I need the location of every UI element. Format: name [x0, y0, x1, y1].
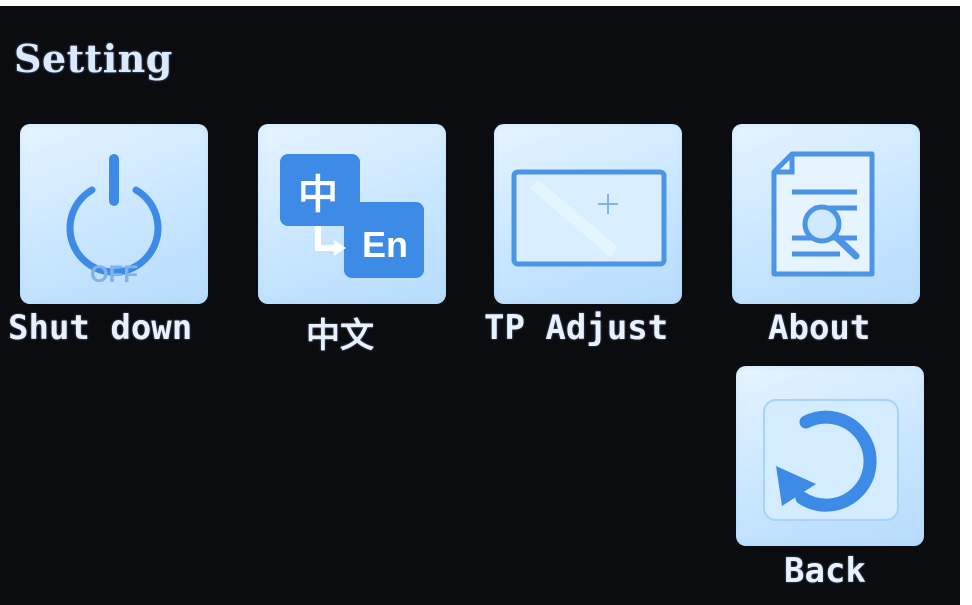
back-button[interactable] [736, 366, 924, 546]
shut-down-button[interactable]: OFF [20, 124, 208, 304]
back-arrow-icon [763, 399, 899, 521]
svg-text:En: En [362, 224, 408, 265]
language-label: 中文 [306, 316, 374, 356]
bezel-edge [960, 0, 972, 605]
tp-adjust-label: TP Adjust [484, 308, 669, 348]
touch-calibration-icon [511, 169, 667, 267]
language-button[interactable]: 中 En [258, 124, 446, 304]
device-screen: Setting OFF Shut down 中 En 中文 TP Adjust [0, 6, 960, 605]
power-off-icon: OFF [66, 154, 162, 288]
document-search-icon [771, 151, 875, 277]
language-switch-icon: 中 En [280, 154, 424, 278]
tp-adjust-button[interactable] [494, 124, 682, 304]
shut-down-label: Shut down [8, 308, 193, 348]
about-button[interactable] [732, 124, 920, 304]
about-label: About [768, 308, 871, 348]
off-text: OFF [90, 261, 138, 288]
back-label: Back [784, 551, 866, 591]
page-title: Setting [14, 36, 173, 81]
svg-text:中: 中 [298, 172, 338, 218]
